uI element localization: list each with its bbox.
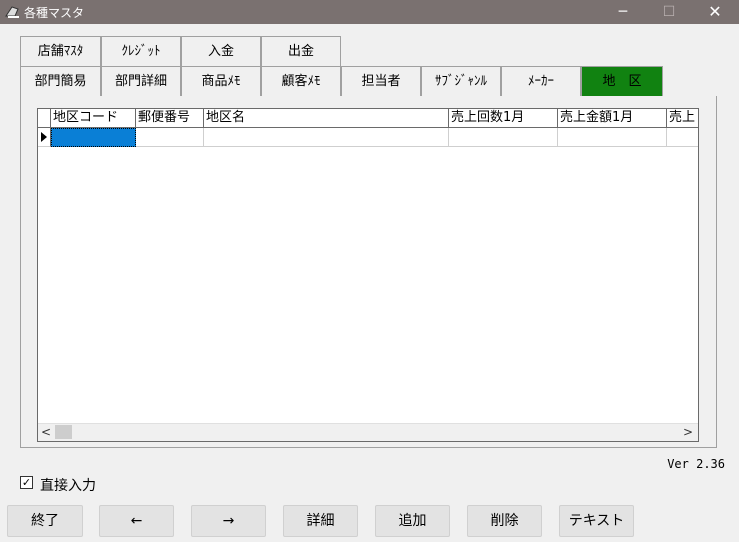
tab-customer-memo[interactable]: 顧客ﾒﾓ: [261, 66, 341, 96]
grid-cell[interactable]: [558, 128, 667, 147]
direct-input-label: 直接入力: [40, 478, 96, 494]
tab-credit[interactable]: ｸﾚｼﾞｯﾄ: [101, 36, 181, 66]
horizontal-scrollbar[interactable]: < >: [38, 423, 698, 441]
tab-staff[interactable]: 担当者: [341, 66, 421, 96]
tab-panel: 地区コード 郵便番号 地区名 売上回数1月 売上金額1月 売上 < >: [20, 96, 717, 448]
scroll-left-icon[interactable]: <: [41, 424, 51, 441]
grid-corner: [38, 109, 51, 128]
delete-button[interactable]: 削除: [467, 505, 542, 537]
tab-deposit[interactable]: 入金: [181, 36, 261, 66]
tab-sub-genre[interactable]: ｻﾌﾞｼﾞｬﾝﾙ: [421, 66, 501, 96]
column-header[interactable]: 郵便番号: [136, 109, 204, 128]
grid-cell[interactable]: [136, 128, 204, 147]
column-header[interactable]: 地区コード: [51, 109, 136, 128]
title-bar: 各種マスタ ─ ☐ ✕: [0, 0, 739, 24]
tab-withdrawal[interactable]: 出金: [261, 36, 341, 66]
app-icon: [5, 6, 19, 18]
text-button[interactable]: テキスト: [559, 505, 634, 537]
close-button[interactable]: ✕: [692, 0, 738, 24]
next-button[interactable]: →: [191, 505, 266, 537]
column-header[interactable]: 売上金額1月: [558, 109, 667, 128]
window-title: 各種マスタ: [24, 6, 85, 20]
scroll-thumb[interactable]: [55, 425, 72, 439]
minimize-button[interactable]: ─: [600, 0, 646, 24]
detail-button[interactable]: 詳細: [283, 505, 358, 537]
column-header[interactable]: 売上回数1月: [449, 109, 558, 128]
prev-button[interactable]: ←: [99, 505, 174, 537]
add-button[interactable]: 追加: [375, 505, 450, 537]
tab-maker[interactable]: ﾒｰｶｰ: [501, 66, 581, 96]
tab-region[interactable]: 地 区: [581, 66, 663, 96]
tab-product-memo[interactable]: 商品ﾒﾓ: [181, 66, 261, 96]
tab-dept-detail[interactable]: 部門詳細: [101, 66, 181, 96]
tab-store-master[interactable]: 店舗ﾏｽﾀ: [20, 36, 101, 66]
maximize-button[interactable]: ☐: [646, 0, 692, 24]
column-header[interactable]: 地区名: [204, 109, 449, 128]
grid-cell[interactable]: [667, 128, 698, 147]
column-header[interactable]: 売上: [667, 109, 698, 128]
grid-cell[interactable]: [449, 128, 558, 147]
grid-cell-selected[interactable]: [51, 128, 136, 147]
grid-cell[interactable]: [204, 128, 449, 147]
row-indicator[interactable]: [38, 128, 51, 147]
version-label: Ver 2.36: [667, 457, 725, 471]
scroll-right-icon[interactable]: >: [683, 424, 693, 441]
end-button[interactable]: 終了: [7, 505, 83, 537]
region-grid[interactable]: 地区コード 郵便番号 地区名 売上回数1月 売上金額1月 売上 < >: [37, 108, 699, 442]
checkbox-check-icon[interactable]: ✓: [20, 476, 33, 489]
tab-dept-simple[interactable]: 部門簡易: [20, 66, 101, 96]
row-pointer-icon: [41, 132, 47, 142]
